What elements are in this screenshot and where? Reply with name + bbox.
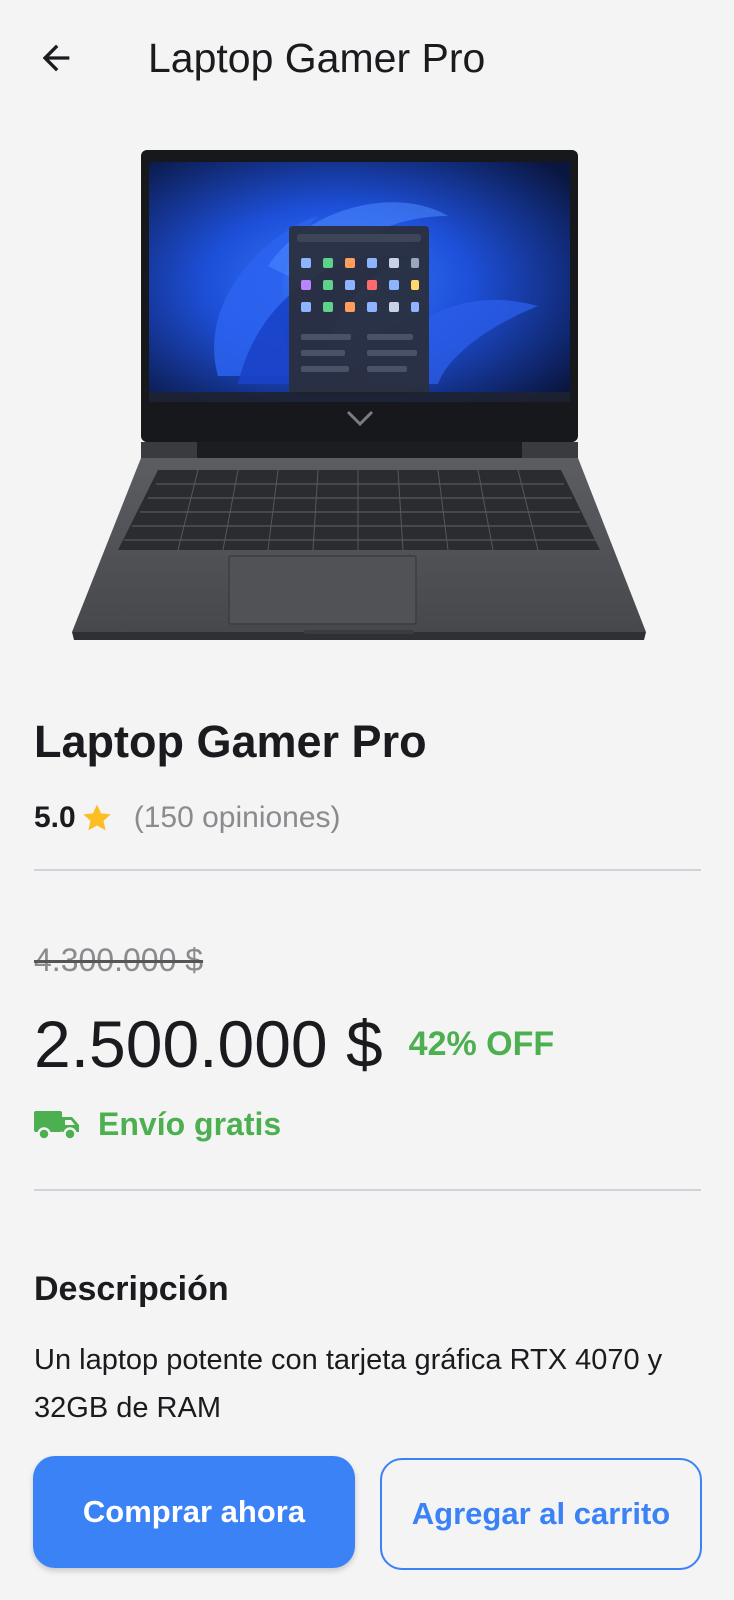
buy-now-button[interactable]: Comprar ahora bbox=[33, 1456, 355, 1568]
free-shipping-label: Envío gratis bbox=[98, 1106, 282, 1142]
add-to-cart-button[interactable]: Agregar al carrito bbox=[380, 1458, 702, 1570]
current-price: 2.500.000 $ bbox=[34, 1007, 383, 1081]
star-icon bbox=[80, 801, 114, 835]
divider bbox=[34, 1189, 701, 1191]
product-name: Laptop Gamer Pro bbox=[34, 716, 427, 767]
discount-badge: 42% OFF bbox=[408, 1024, 555, 1063]
old-price: 4.300.000 $ bbox=[34, 942, 204, 978]
price-row: 2.500.000 $ 42% OFF bbox=[34, 1004, 554, 1084]
divider bbox=[34, 869, 701, 871]
description-title: Descripción bbox=[34, 1270, 229, 1308]
description-text: Un laptop potente con tarjeta gráfica RT… bbox=[34, 1344, 663, 1424]
app-bar: Laptop Gamer Pro bbox=[0, 0, 734, 116]
back-button[interactable] bbox=[28, 30, 84, 86]
shipping-row: Envío gratis bbox=[34, 1106, 281, 1143]
app-bar-title: Laptop Gamer Pro bbox=[148, 35, 486, 81]
product-image bbox=[72, 150, 646, 640]
review-count: (150 opiniones) bbox=[133, 801, 341, 834]
arrow-back-icon bbox=[42, 44, 70, 72]
rating-value: 5.0 bbox=[34, 801, 76, 834]
truck-icon bbox=[34, 1110, 79, 1141]
rating-row: 5.0 (150 opiniones) bbox=[34, 798, 341, 838]
